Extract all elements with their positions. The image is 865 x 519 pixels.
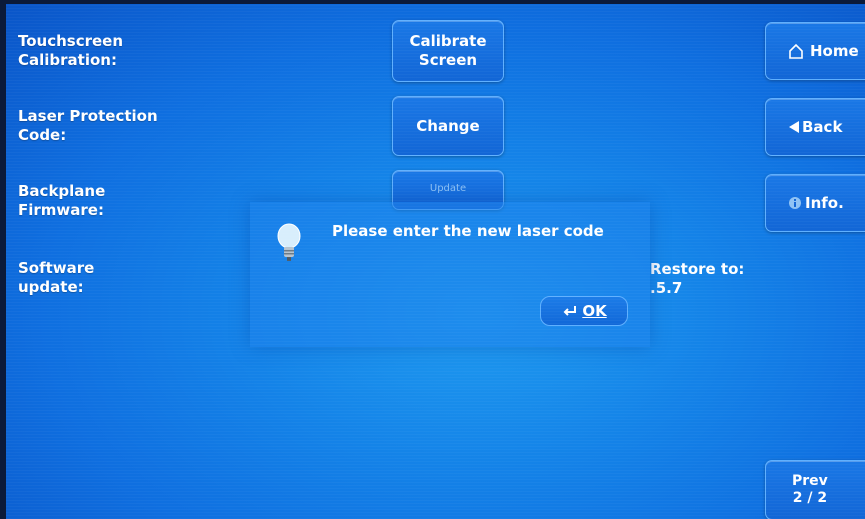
- home-label: Home: [810, 41, 859, 60]
- settings-screen: Touchscreen Calibration: Laser Protectio…: [6, 4, 865, 519]
- home-icon: [788, 43, 804, 59]
- change-laser-code-button[interactable]: Change: [392, 96, 504, 156]
- calibrate-screen-button[interactable]: Calibrate Screen: [392, 20, 504, 82]
- lightbulb-icon: [276, 222, 302, 274]
- software-update-label: Software update:: [18, 259, 95, 296]
- back-arrow-icon: [788, 120, 800, 134]
- ok-label: OK: [582, 302, 607, 320]
- ok-button[interactable]: OK: [540, 296, 628, 326]
- dialog-message: Please enter the new laser code: [332, 222, 604, 240]
- laser-code-dialog: Please enter the new laser code OK: [250, 202, 650, 347]
- back-button[interactable]: Back: [765, 98, 865, 156]
- laser-protection-code-label: Laser Protection Code:: [18, 107, 158, 144]
- restore-version-text: Restore to: .5.7: [650, 260, 745, 297]
- info-icon: [788, 196, 802, 210]
- back-label: Back: [802, 117, 843, 136]
- backplane-firmware-label: Backplane Firmware:: [18, 182, 106, 219]
- prev-page-button[interactable]: Prev 2 / 2: [765, 460, 865, 519]
- touchscreen-calibration-label: Touchscreen Calibration:: [18, 32, 124, 69]
- info-button[interactable]: Info.: [765, 174, 865, 232]
- home-button[interactable]: Home: [765, 22, 865, 80]
- info-label: Info.: [805, 193, 844, 212]
- enter-key-icon: [561, 305, 577, 317]
